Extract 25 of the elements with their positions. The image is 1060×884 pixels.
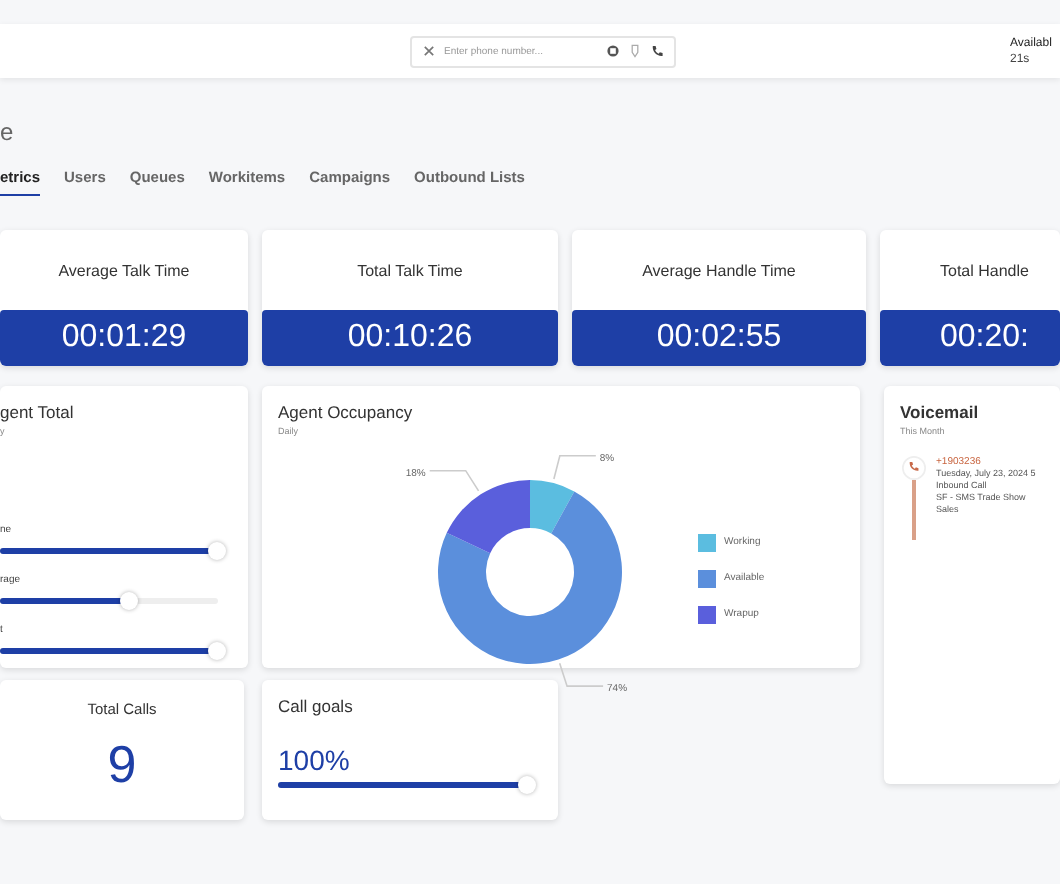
card-title: Average Handle Time: [640, 259, 798, 284]
count-value: 9: [105, 734, 139, 796]
time-value: 00:20:: [880, 310, 1060, 366]
card-title: Average Talk Time: [56, 259, 192, 284]
card-title: gent Total: [0, 402, 76, 422]
card-title: Total Handle: [938, 259, 1031, 283]
clear-icon[interactable]: [422, 44, 436, 58]
dialpad-icon[interactable]: [606, 44, 620, 58]
card-title: Agent Occupancy: [278, 402, 415, 422]
card-title: Total Talk Time: [355, 259, 465, 283]
phone-icon: [902, 456, 926, 480]
timeline-line: [912, 480, 916, 540]
leader-line: [428, 469, 480, 492]
card-title: Call goals: [278, 696, 355, 716]
card-title: Voicemail: [900, 402, 981, 422]
leader-line: [553, 454, 597, 480]
slider[interactable]: [0, 642, 228, 660]
time-value: 00:10:26: [262, 310, 558, 366]
time-value: 00:01:29: [0, 310, 248, 366]
slider[interactable]: [0, 542, 228, 560]
time-value: 00:02:55: [572, 310, 866, 366]
leader-line: [558, 662, 604, 687]
phone-icon[interactable]: [650, 44, 664, 58]
page-title: e: [0, 118, 16, 150]
percent-value: 100%: [278, 744, 352, 776]
